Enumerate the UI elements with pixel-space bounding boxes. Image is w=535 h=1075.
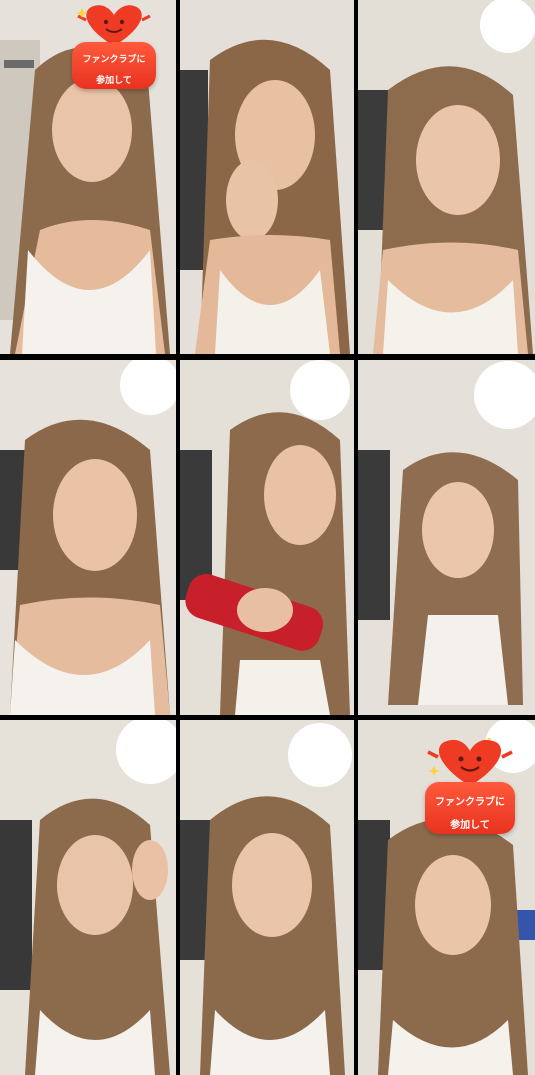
fan-club-label-line1: ファンクラブに (435, 796, 505, 808)
heart-mascot-icon (427, 738, 513, 786)
frame-7-photo (0, 720, 176, 1075)
frame-6 (358, 360, 535, 715)
fan-club-label: ファンクラブに 参加して (425, 782, 515, 834)
fan-club-label-line2: 参加して (450, 819, 490, 831)
fan-club-join-badge[interactable]: ファンクラブに 参加して (418, 736, 522, 834)
fan-club-label-line2: 参加して (96, 76, 132, 87)
frame-5-photo (180, 360, 354, 715)
photo-collage-grid: ファンクラブに 参加して ファンクラブに 参加して (0, 0, 535, 1075)
frame-3 (358, 0, 535, 354)
frame-3-photo (358, 0, 535, 354)
frame-2-photo (180, 0, 354, 354)
fan-club-join-badge[interactable]: ファンクラブに 参加して (68, 2, 160, 90)
fan-club-label-line1: ファンクラブに (82, 55, 146, 66)
frame-2 (180, 0, 354, 354)
frame-4 (0, 360, 176, 715)
frame-8-photo (180, 720, 354, 1075)
frame-5 (180, 360, 354, 715)
fan-club-label: ファンクラブに 参加して (72, 42, 156, 90)
frame-7 (0, 720, 176, 1075)
frame-4-photo (0, 360, 176, 715)
frame-6-photo (358, 360, 535, 715)
frame-8 (180, 720, 354, 1075)
